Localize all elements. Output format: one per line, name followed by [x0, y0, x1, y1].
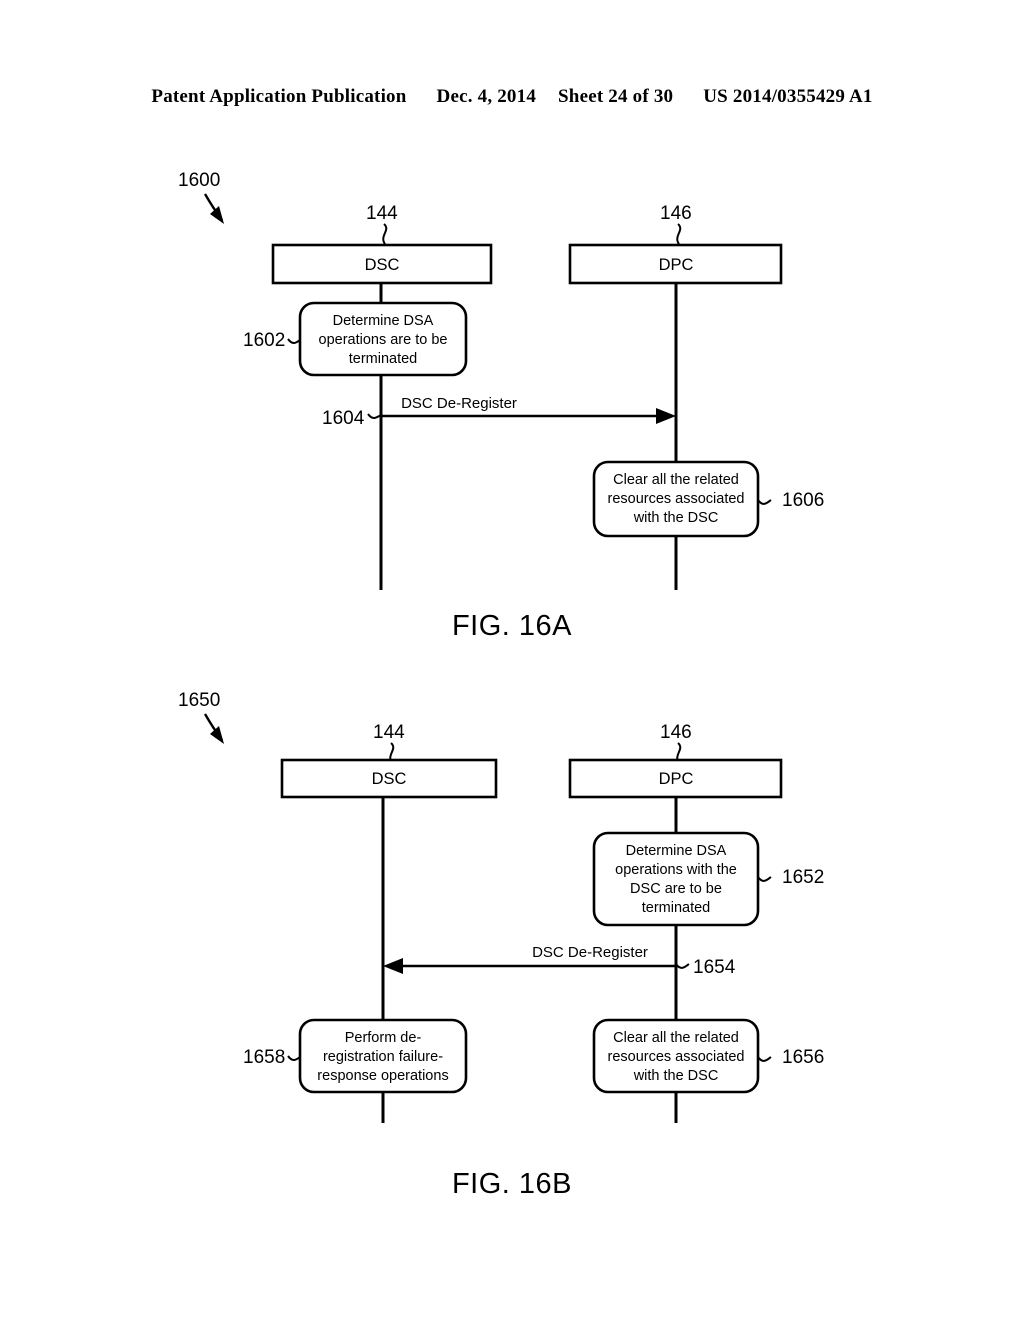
fig16b-message-1654-arrowhead [383, 958, 403, 974]
fig16a-message-1604-arrowhead [656, 408, 676, 424]
figure-16b: 1650 144 146 DSC DPC Determine DSA opera… [178, 690, 824, 1123]
header-publication: Patent Application Publication [151, 86, 407, 107]
fig16b-actor-dsc-label: DSC [372, 770, 407, 788]
fig16a-step-1606-line-2: with the DSC [633, 510, 719, 526]
header-pub-number: US 2014/0355429 A1 [703, 86, 873, 107]
fig16b-step-1652-line-0: Determine DSA [626, 843, 727, 859]
fig16b-diagram-ref: 1650 [178, 690, 220, 711]
fig16b-step-1656-ref: 1656 [782, 1047, 824, 1068]
fig16a-step-1602-ref: 1602 [243, 330, 285, 351]
fig16a-step-1606-line-0: Clear all the related [613, 472, 739, 488]
fig16b-dpc-ref: 146 [660, 722, 692, 743]
fig16b-actor-dpc-label: DPC [659, 770, 694, 788]
fig16b-step-1656-line-2: with the DSC [633, 1068, 719, 1084]
patent-drawing-page: Patent Application Publication Dec. 4, 20… [0, 0, 1024, 1320]
fig16b-message-1654-ref: 1654 [693, 957, 736, 978]
fig16b-step-1658-line-2: response operations [317, 1068, 448, 1084]
fig16b-caption: FIG. 16B [451, 1168, 573, 1200]
fig16a-step-1606-ref: 1606 [782, 490, 824, 511]
fig16a-dsc-ref: 144 [366, 203, 398, 224]
fig16a-dpc-ref: 146 [660, 203, 692, 224]
fig16b-step-1658-line-0: Perform de- [345, 1030, 422, 1046]
fig16b-message-1654-label: DSC De-Register [532, 944, 648, 961]
header-sheet: Sheet 24 of 30 [558, 86, 674, 107]
fig16a-step-1602-line-2: terminated [349, 351, 418, 367]
fig16b-step-1652-line-2: DSC are to be [630, 881, 722, 897]
fig16a-actor-dpc-label: DPC [659, 256, 694, 274]
fig16b-step-1652-line-1: operations with the [615, 862, 737, 878]
fig16a-message-1604-label: DSC De-Register [401, 395, 517, 412]
fig16a-message-1604-ref: 1604 [322, 408, 365, 429]
fig16b-step-1658-line-1: registration failure- [323, 1049, 443, 1065]
fig16b-step-1652-ref: 1652 [782, 867, 824, 888]
fig16a-actor-dsc-label: DSC [365, 256, 400, 274]
fig16b-step-1652-line-3: terminated [642, 900, 711, 916]
page-header: Patent Application Publication Dec. 4, 20… [0, 86, 1024, 108]
fig16b-step-1658-ref: 1658 [243, 1047, 285, 1068]
fig16b-step-1656-line-0: Clear all the related [613, 1030, 739, 1046]
fig16a-step-1602-line-1: operations are to be [319, 332, 448, 348]
fig16a-step-1606-line-1: resources associated [607, 491, 744, 507]
fig16b-step-1656-line-1: resources associated [607, 1049, 744, 1065]
header-date: Dec. 4, 2014 [436, 86, 537, 107]
fig16a-caption: FIG. 16A [451, 610, 573, 642]
figure-16a: 1600 144 146 DSC DPC Determine DSA opera… [178, 170, 824, 590]
fig16a-diagram-ref: 1600 [178, 170, 220, 191]
fig16a-step-1602-line-0: Determine DSA [333, 313, 434, 329]
fig16b-dsc-ref: 144 [373, 722, 405, 743]
